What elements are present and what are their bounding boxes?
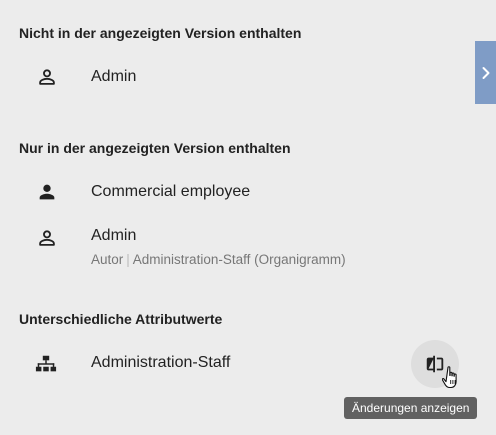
- section-title-added: Nur in der angezeigten Version enthalten: [19, 140, 291, 156]
- changed-item-label: Administration-Staff: [91, 354, 231, 371]
- hand-cursor-icon: [442, 366, 457, 389]
- added-item-subtitle: Autor | Administration-Staff (Organigramm): [91, 252, 346, 267]
- added-item-label: Commercial employee: [91, 183, 251, 200]
- person-filled-icon: [39, 184, 55, 200]
- chevron-right-icon: [482, 66, 489, 79]
- expand-panel-tab[interactable]: [475, 41, 496, 104]
- separator: |: [126, 252, 130, 267]
- person-outline-icon: [39, 69, 55, 85]
- context-label: Administration-Staff (Organigramm): [132, 252, 346, 267]
- removed-item-label: Admin: [91, 68, 137, 85]
- section-title-changed: Unterschiedliche Attributwerte: [19, 311, 223, 327]
- show-changes-tooltip: Änderungen anzeigen: [344, 397, 478, 419]
- role-label: Autor: [91, 252, 124, 267]
- section-title-removed: Nicht in der angezeigten Version enthalt…: [19, 25, 302, 41]
- added-item-label: Admin: [91, 227, 137, 244]
- person-outline-icon: [39, 230, 55, 246]
- org-chart-icon: [35, 355, 57, 372]
